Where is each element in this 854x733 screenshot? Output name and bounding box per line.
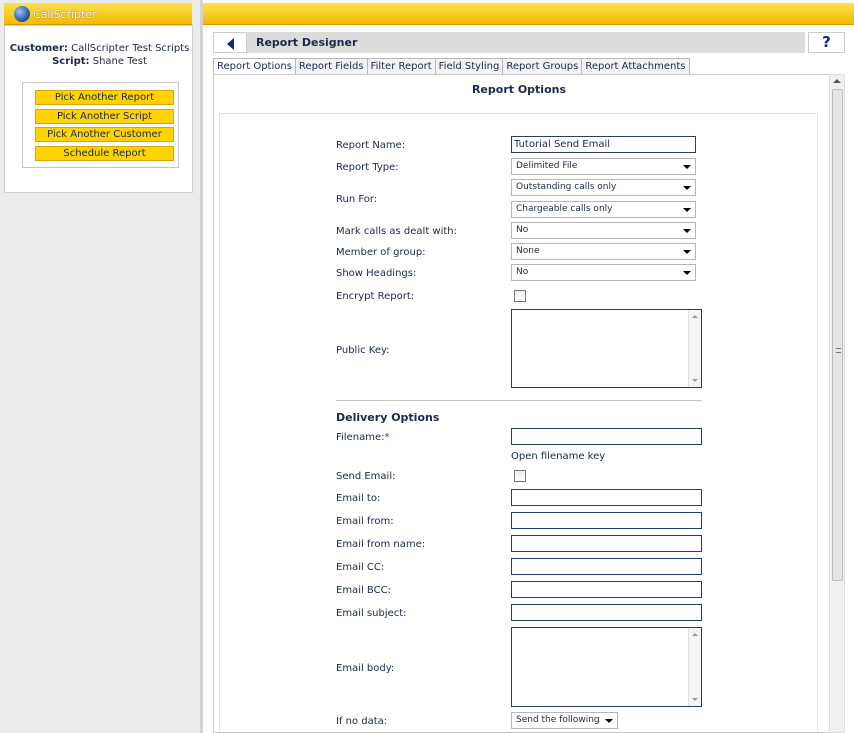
email-from-name-label: Email from name:	[336, 539, 426, 550]
page-scrollbar[interactable]	[829, 74, 845, 733]
script-value: Shane Test	[92, 56, 147, 67]
run-for-value-1: Outstanding calls only	[516, 182, 617, 192]
email-subject-label: Email subject:	[336, 608, 407, 619]
scroll-up-icon[interactable]	[833, 79, 841, 83]
show-headings-label: Show Headings:	[336, 268, 417, 279]
tab-report-attachments[interactable]: Report Attachments	[581, 58, 690, 75]
send-email-label: Send Email:	[336, 471, 396, 482]
chevron-down-icon	[683, 165, 691, 169]
scrollbar-thumb[interactable]	[832, 89, 843, 581]
back-arrow-icon	[227, 38, 234, 50]
options-form: Report Name: Tutorial Send Email Report …	[219, 113, 818, 732]
email-from-input[interactable]	[511, 512, 702, 529]
if-no-data-label: If no data:	[336, 716, 388, 727]
report-type-label: Report Type:	[336, 162, 399, 173]
page-title: Report Designer	[256, 36, 358, 49]
email-body-textarea[interactable]	[511, 627, 702, 707]
send-email-checkbox[interactable]	[514, 470, 526, 482]
action-button-group: Pick Another Report Pick Another Script …	[22, 82, 179, 168]
textarea-scrollbar[interactable]	[688, 628, 701, 706]
if-no-data-value: Send the following	[516, 715, 600, 725]
filename-label: Filename:*	[336, 432, 389, 443]
email-to-input[interactable]	[511, 489, 702, 506]
email-body-label: Email body:	[336, 663, 395, 674]
context-info: Customer: CallScripter Test Scripts Scri…	[5, 42, 194, 68]
logo-text: CallScripter	[33, 7, 97, 21]
scroll-up-icon	[692, 315, 698, 318]
schedule-report-button[interactable]: Schedule Report	[35, 146, 174, 161]
tab-filter-report[interactable]: Filter Report	[366, 58, 436, 75]
if-no-data-select[interactable]: Send the following	[511, 712, 618, 729]
filename-input[interactable]	[511, 428, 702, 445]
scroll-down-icon	[692, 379, 698, 382]
back-button[interactable]	[213, 32, 247, 53]
email-from-name-input[interactable]	[511, 535, 702, 552]
email-cc-input[interactable]	[511, 558, 702, 575]
run-for-select-2[interactable]: Chargeable calls only	[511, 201, 696, 218]
report-type-select[interactable]: Delimited File	[511, 158, 696, 175]
script-label: Script:	[52, 56, 90, 67]
email-from-label: Email from:	[336, 516, 394, 527]
tab-report-groups[interactable]: Report Groups	[502, 58, 583, 75]
public-key-label: Public Key:	[336, 345, 390, 356]
run-for-value-2: Chargeable calls only	[516, 204, 613, 214]
chevron-down-icon	[683, 186, 691, 190]
report-type-value: Delimited File	[516, 161, 578, 171]
email-subject-input[interactable]	[511, 604, 702, 621]
customer-label: Customer:	[9, 43, 68, 54]
scroll-up-icon	[692, 633, 698, 636]
required-marker: *	[384, 432, 390, 443]
report-designer-bar: Report Designer	[213, 32, 805, 53]
pick-another-script-button[interactable]: Pick Another Script	[35, 109, 174, 124]
open-filename-key-link[interactable]: Open filename key	[511, 451, 605, 462]
globe-icon	[14, 6, 30, 22]
help-button[interactable]: ?	[808, 32, 845, 53]
pick-another-customer-button[interactable]: Pick Another Customer	[35, 127, 174, 142]
grip-icon	[836, 348, 841, 353]
show-headings-select[interactable]: No	[511, 264, 696, 281]
delivery-options-heading: Delivery Options	[336, 411, 440, 424]
logo: CallScripter	[14, 6, 97, 22]
report-name-label: Report Name:	[336, 140, 406, 151]
tab-report-options[interactable]: Report Options	[213, 58, 296, 75]
email-bcc-label: Email BCC:	[336, 585, 391, 596]
customer-value: CallScripter Test Scripts	[71, 43, 190, 54]
context-panel: Customer: CallScripter Test Scripts Scri…	[4, 25, 193, 193]
encrypt-report-label: Encrypt Report:	[336, 291, 415, 302]
pick-another-report-button[interactable]: Pick Another Report	[35, 90, 174, 105]
mark-calls-value: No	[516, 225, 529, 235]
left-header-bar: CallScripter	[4, 3, 192, 25]
member-group-value: None	[516, 246, 540, 256]
chevron-down-icon	[605, 719, 613, 723]
section-divider	[336, 400, 702, 401]
encrypt-report-checkbox[interactable]	[514, 290, 526, 302]
filename-label-text: Filename:	[336, 432, 385, 443]
public-key-textarea[interactable]	[511, 309, 702, 388]
tab-content: Report Options Report Name: Tutorial Sen…	[213, 74, 829, 733]
tab-field-styling[interactable]: Field Styling	[434, 58, 504, 75]
chevron-down-icon	[683, 250, 691, 254]
run-for-select-1[interactable]: Outstanding calls only	[511, 179, 696, 196]
tab-report-fields[interactable]: Report Fields	[294, 58, 368, 75]
report-name-input[interactable]: Tutorial Send Email	[511, 136, 696, 153]
mark-calls-select[interactable]: No	[511, 222, 696, 239]
left-panel: CallScripter Customer: CallScripter Test…	[0, 0, 200, 733]
mark-calls-label: Mark calls as dealt with:	[336, 226, 458, 237]
member-group-label: Member of group:	[336, 247, 426, 258]
show-headings-value: No	[516, 267, 529, 277]
chevron-down-icon	[683, 208, 691, 212]
member-group-select[interactable]: None	[511, 243, 696, 260]
scroll-down-icon	[692, 698, 698, 701]
email-to-label: Email to:	[336, 493, 381, 504]
email-cc-label: Email CC:	[336, 562, 385, 573]
textarea-scrollbar[interactable]	[688, 310, 701, 387]
panel-divider[interactable]	[200, 0, 203, 733]
run-for-label: Run For:	[336, 194, 378, 205]
section-title: Report Options	[471, 83, 567, 96]
chevron-down-icon	[683, 271, 691, 275]
chevron-down-icon	[683, 229, 691, 233]
tab-bar: Report Options Report Fields Filter Repo…	[213, 58, 690, 75]
email-bcc-input[interactable]	[511, 581, 702, 598]
main-header-bar	[203, 3, 854, 25]
